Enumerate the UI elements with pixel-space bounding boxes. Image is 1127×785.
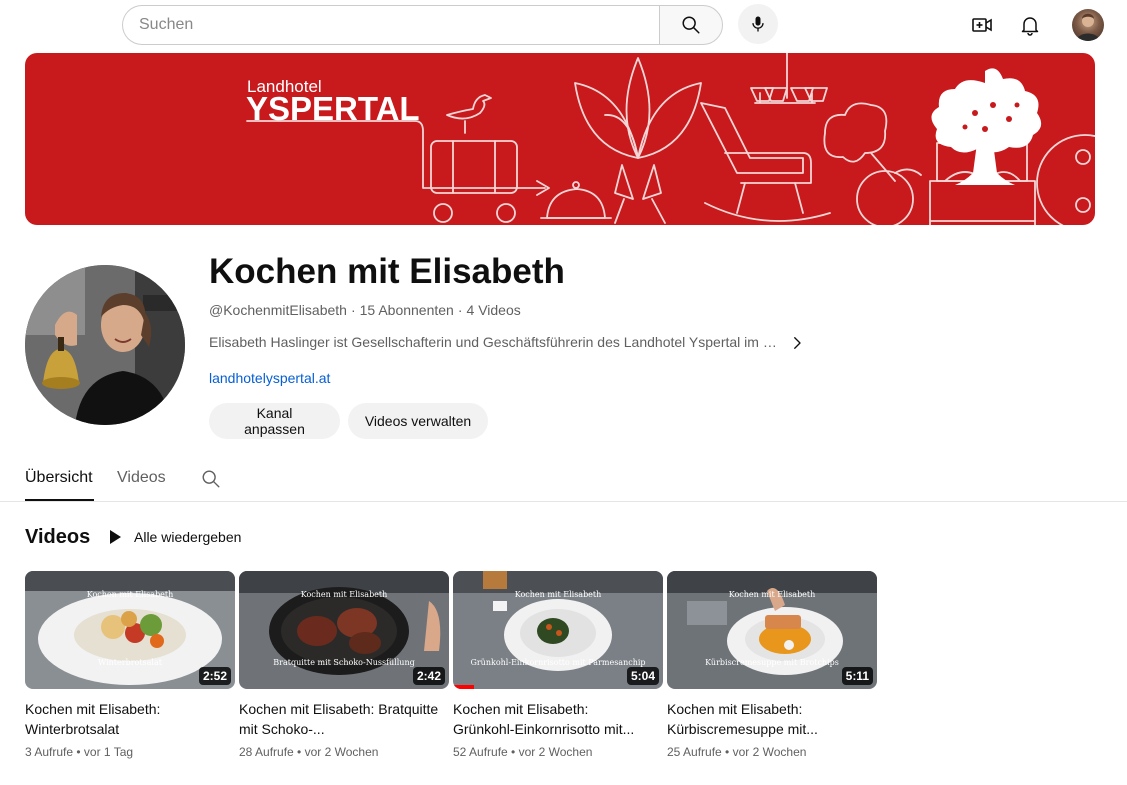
video-meta: 3 Aufrufe • vor 1 Tag [25,745,134,759]
tab-overview[interactable]: Übersicht [25,469,93,487]
subscriber-count: 15 Abonnenten [359,302,454,318]
banner-brand-title: YSPERTAL [246,90,420,127]
search-input[interactable] [122,5,659,45]
video-title[interactable]: Kochen mit Elisabeth: Grünkohl-Einkornri… [453,699,653,739]
video-thumbnail[interactable]: Kochen mit Elisabeth Grünkohl-Einkornris… [453,571,663,689]
section-title: Videos [25,526,91,548]
search-button[interactable] [659,5,723,45]
upload-age: vor 2 Wochen [518,745,593,759]
channel-website-link[interactable]: landhotelyspertal.at [209,370,330,386]
video-card[interactable]: Kochen mit Elisabeth Grünkohl-Einkornris… [453,571,663,759]
channel-meta: @KochenmitElisabeth · 15 Abonnenten · 4 … [209,302,521,318]
meta-separator: · [350,302,356,318]
watch-progress-bar [453,685,474,689]
upload-age: vor 1 Tag [83,745,134,759]
description-more-button[interactable] [788,334,806,352]
search-icon [202,470,220,488]
notifications-button[interactable] [1010,5,1050,45]
channel-avatar[interactable] [25,265,185,425]
channel-name: Kochen mit Elisabeth [209,252,565,291]
video-meta: 25 Aufrufe • vor 2 Wochen [667,745,807,759]
video-duration: 2:52 [198,667,231,685]
video-title[interactable]: Kochen mit Elisabeth: Bratquitte mit Sch… [239,699,439,739]
upload-age: vor 2 Wochen [304,745,379,759]
view-count: 28 Aufrufe [239,745,294,759]
video-meta: 52 Aufrufe • vor 2 Wochen [453,745,593,759]
video-duration: 5:04 [626,667,659,685]
channel-search-button[interactable] [200,468,222,490]
thumbnail-overlay-subtitle: Bratquitte mit Schoko-Nussfüllung [273,658,415,667]
video-thumbnail[interactable]: Kochen mit Elisabeth Bratquitte mit Scho… [239,571,449,689]
tab-videos[interactable]: Videos [117,469,166,487]
thumbnail-overlay-subtitle: Winterbrotsalat [98,658,162,667]
search-icon [682,16,700,34]
upload-age: vor 2 Wochen [732,745,807,759]
thumbnail-overlay-title: Kochen mit Elisabeth [300,590,388,599]
customize-channel-button[interactable]: Kanal anpassen [209,403,340,439]
video-duration: 5:11 [841,667,873,685]
video-meta: 28 Aufrufe • vor 2 Wochen [239,745,379,759]
view-count: 52 Aufrufe [453,745,508,759]
video-card[interactable]: Kochen mit Elisabeth Bratquitte mit Scho… [239,571,449,759]
channel-banner: Landhotel YSPERTAL [25,53,1095,225]
banner-illustration [246,53,1095,225]
search-box [122,5,723,45]
account-avatar[interactable] [1072,9,1104,41]
thumbnail-overlay-title: Kochen mit Elisabeth [514,590,602,599]
manage-videos-button[interactable]: Videos verwalten [348,403,488,439]
video-thumbnail[interactable]: Kochen mit Elisabeth Winterbrotsalat 2:5… [25,571,235,689]
thumbnail-overlay-title: Kochen mit Elisabeth [86,590,174,599]
chevron-right-icon [794,337,801,349]
video-title[interactable]: Kochen mit Elisabeth: Winterbrotsalat [25,699,225,739]
video-card[interactable]: Kochen mit Elisabeth Winterbrotsalat 2:5… [25,571,235,759]
voice-search-button[interactable] [738,4,778,44]
video-count: 4 Videos [466,302,521,318]
tab-divider [0,501,1127,502]
video-thumbnail[interactable]: Kochen mit Elisabeth Kürbiscremesuppe mi… [667,571,877,689]
notifications-icon [1021,17,1039,36]
play-icon [110,530,121,544]
thumbnail-overlay-subtitle: Grünkohl-Einkornrisotto mit Parmesanchip [470,658,646,667]
play-all-button[interactable]: Alle wiedergeben [108,526,241,548]
channel-description[interactable]: Elisabeth Haslinger ist Gesellschafterin… [209,334,781,350]
mic-icon [752,16,764,32]
channel-handle: @KochenmitElisabeth [209,302,347,318]
thumbnail-overlay-title: Kochen mit Elisabeth [728,590,816,599]
create-video-icon [972,18,992,32]
view-count: 3 Aufrufe [25,745,74,759]
play-all-label: Alle wiedergeben [134,529,242,545]
create-button[interactable] [962,5,1002,45]
top-bar [0,0,1127,50]
video-title[interactable]: Kochen mit Elisabeth: Kürbiscremesuppe m… [667,699,867,739]
video-card[interactable]: Kochen mit Elisabeth Kürbiscremesuppe mi… [667,571,877,759]
thumbnail-overlay-subtitle: Kürbiscremesuppe mit Brotchips [705,658,839,667]
view-count: 25 Aufrufe [667,745,722,759]
meta-separator: · [457,302,463,318]
video-duration: 2:42 [412,667,445,685]
